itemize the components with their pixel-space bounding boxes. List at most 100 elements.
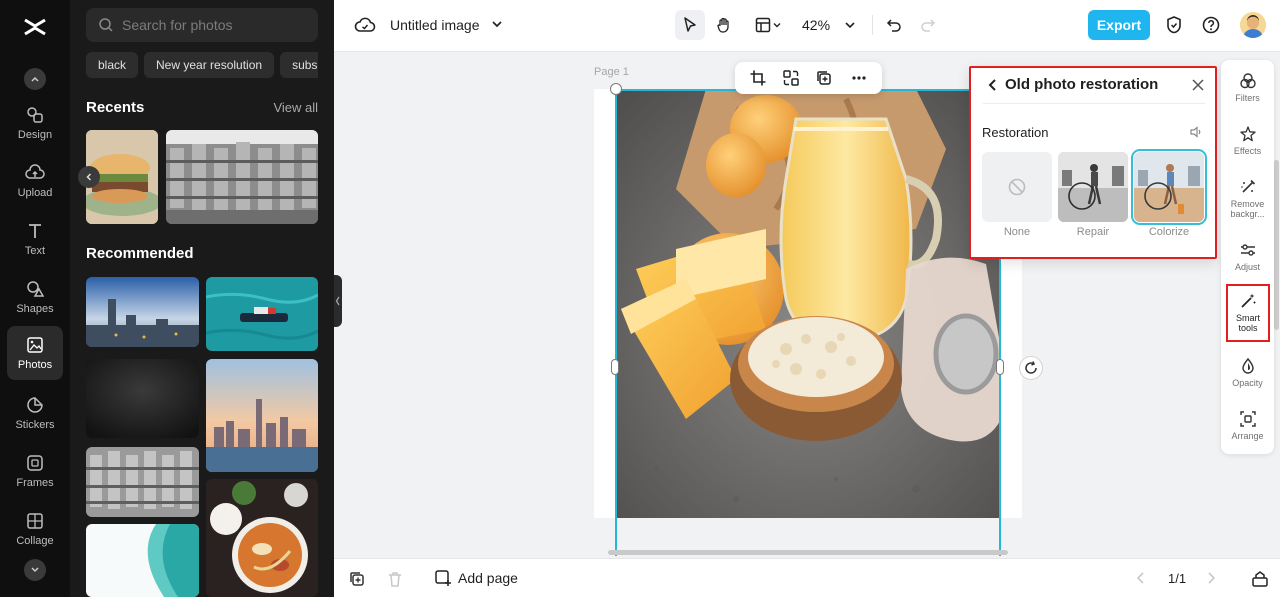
recommended-photo-ramen[interactable] — [206, 479, 318, 597]
back-chevron-icon[interactable] — [987, 78, 999, 92]
resize-handle-right[interactable] — [996, 359, 1004, 375]
rail-item-collage[interactable]: Collage — [7, 502, 63, 556]
bottom-bar: Add page 1/1 — [334, 558, 1280, 597]
close-icon[interactable] — [1191, 78, 1205, 92]
chip-black[interactable]: black — [86, 52, 139, 78]
hand-icon — [717, 17, 729, 33]
export-button[interactable]: Export — [1088, 10, 1150, 40]
rail-item-upload[interactable]: Upload — [7, 154, 63, 208]
rail-item-label: Collage — [16, 535, 54, 547]
duplicate-button[interactable] — [814, 68, 834, 88]
cloud-sync-icon[interactable] — [354, 14, 376, 36]
help-icon[interactable] — [1201, 15, 1221, 35]
chevron-down-icon[interactable] — [490, 17, 504, 31]
panel-collapse-handle[interactable] — [334, 275, 342, 327]
top-toolbar: Untitled image 42% Export — [334, 0, 1280, 52]
pages-panel-icon[interactable] — [1251, 570, 1269, 588]
tool-opacity[interactable]: Opacity — [1221, 347, 1274, 397]
capcut-logo-icon[interactable] — [22, 14, 48, 40]
speaker-icon[interactable] — [1189, 125, 1203, 139]
trash-icon[interactable] — [386, 570, 404, 588]
undo-button[interactable] — [879, 10, 909, 40]
document-title[interactable]: Untitled image — [390, 17, 480, 33]
zoom-chevron-down-icon[interactable] — [844, 19, 856, 31]
restoration-option-repair[interactable] — [1058, 152, 1128, 222]
replace-icon — [783, 70, 799, 86]
search-input[interactable] — [122, 17, 302, 33]
rail-item-stickers[interactable]: Stickers — [7, 386, 63, 440]
tool-filters[interactable]: Filters — [1221, 62, 1274, 112]
zoom-level[interactable]: 42% — [802, 17, 830, 33]
vertical-scrollbar[interactable] — [1274, 160, 1279, 330]
chip-new-year-resolution[interactable]: New year resolution — [144, 52, 275, 78]
frame-icon — [27, 455, 43, 471]
next-page-chevron-icon[interactable] — [1204, 570, 1218, 586]
search-box[interactable] — [86, 8, 318, 42]
shield-icon[interactable] — [1164, 15, 1184, 35]
recommended-photo-city-sky[interactable] — [86, 277, 199, 347]
crop-button[interactable] — [748, 68, 768, 88]
recommended-photo-teal-wave[interactable] — [86, 524, 199, 597]
recommended-title: Recommended — [86, 245, 194, 262]
rail-item-shapes[interactable]: Shapes — [7, 270, 63, 324]
tool-smart-tools[interactable]: Smart tools — [1226, 284, 1270, 342]
horizontal-scrollbar[interactable] — [608, 550, 1008, 555]
chevron-down-icon — [31, 567, 39, 573]
recommended-photo-dark-texture[interactable] — [86, 359, 199, 438]
rotate-handle[interactable] — [1019, 356, 1043, 380]
tool-remove-background[interactable]: Remove backgr... — [1221, 168, 1274, 226]
chevron-up-icon — [31, 76, 39, 82]
food-photo-image — [616, 89, 1001, 518]
restoration-option-none[interactable] — [982, 152, 1052, 222]
recents-prev-button[interactable] — [78, 166, 100, 188]
cloud-upload-icon — [25, 164, 45, 179]
rail-item-text[interactable]: Text — [7, 212, 63, 266]
rail-scroll-up-button[interactable] — [24, 68, 46, 90]
canvas-photo[interactable] — [616, 89, 1001, 518]
view-all-link[interactable]: View all — [273, 100, 318, 115]
recent-photo-temple[interactable] — [166, 130, 318, 224]
redo-button[interactable] — [913, 10, 943, 40]
dark-texture-thumbnail — [86, 359, 199, 438]
rail-item-design[interactable]: Design — [7, 96, 63, 150]
city-sky-thumbnail — [86, 277, 199, 347]
more-options-button[interactable] — [849, 68, 869, 88]
rail-scroll-down-button[interactable] — [24, 559, 46, 581]
chip-subs[interactable]: subs — [280, 52, 318, 78]
add-page-label: Add page — [458, 570, 518, 586]
user-avatar[interactable] — [1240, 12, 1266, 38]
old-photo-restoration-panel: Old photo restoration Restoration None R… — [969, 66, 1217, 259]
select-tool-button[interactable] — [675, 10, 705, 40]
recommended-photo-temple[interactable] — [86, 447, 199, 517]
rail-item-frames[interactable]: Frames — [7, 444, 63, 498]
photo-icon — [27, 337, 43, 353]
repair-preview-image — [1058, 152, 1128, 222]
cursor-icon — [684, 17, 696, 32]
duplicate-page-icon[interactable] — [348, 570, 366, 588]
collage-icon — [27, 513, 43, 529]
resize-handle-left[interactable] — [611, 359, 619, 375]
page-label: Page 1 — [594, 66, 629, 78]
add-page-button[interactable]: Add page — [434, 569, 518, 587]
recommended-photo-boat[interactable] — [206, 277, 318, 351]
right-tool-rail: Filters Effects Remove backgr... Adjust … — [1221, 60, 1274, 454]
layout-icon — [755, 17, 771, 33]
more-horizontal-icon — [852, 76, 866, 80]
suggestion-chips: black New year resolution subs — [86, 52, 318, 78]
rail-item-photos[interactable]: Photos — [7, 326, 63, 380]
rotate-icon — [1025, 361, 1037, 374]
tool-effects[interactable]: Effects — [1221, 115, 1274, 165]
recommended-photo-skyline[interactable] — [206, 359, 318, 472]
restoration-option-colorize[interactable] — [1131, 149, 1207, 225]
tool-arrange[interactable]: Arrange — [1221, 400, 1274, 450]
prev-page-chevron-icon[interactable] — [1134, 570, 1148, 586]
skyline-thumbnail — [206, 359, 318, 472]
replace-button[interactable] — [781, 68, 801, 88]
page-counter: 1/1 — [1168, 571, 1187, 586]
tool-adjust[interactable]: Adjust — [1221, 231, 1274, 281]
resize-handle-top-left[interactable] — [610, 83, 622, 95]
hand-tool-button[interactable] — [709, 10, 739, 40]
tool-label: Opacity — [1232, 378, 1263, 388]
layout-menu-button[interactable] — [748, 10, 788, 40]
crop-icon — [750, 70, 766, 86]
